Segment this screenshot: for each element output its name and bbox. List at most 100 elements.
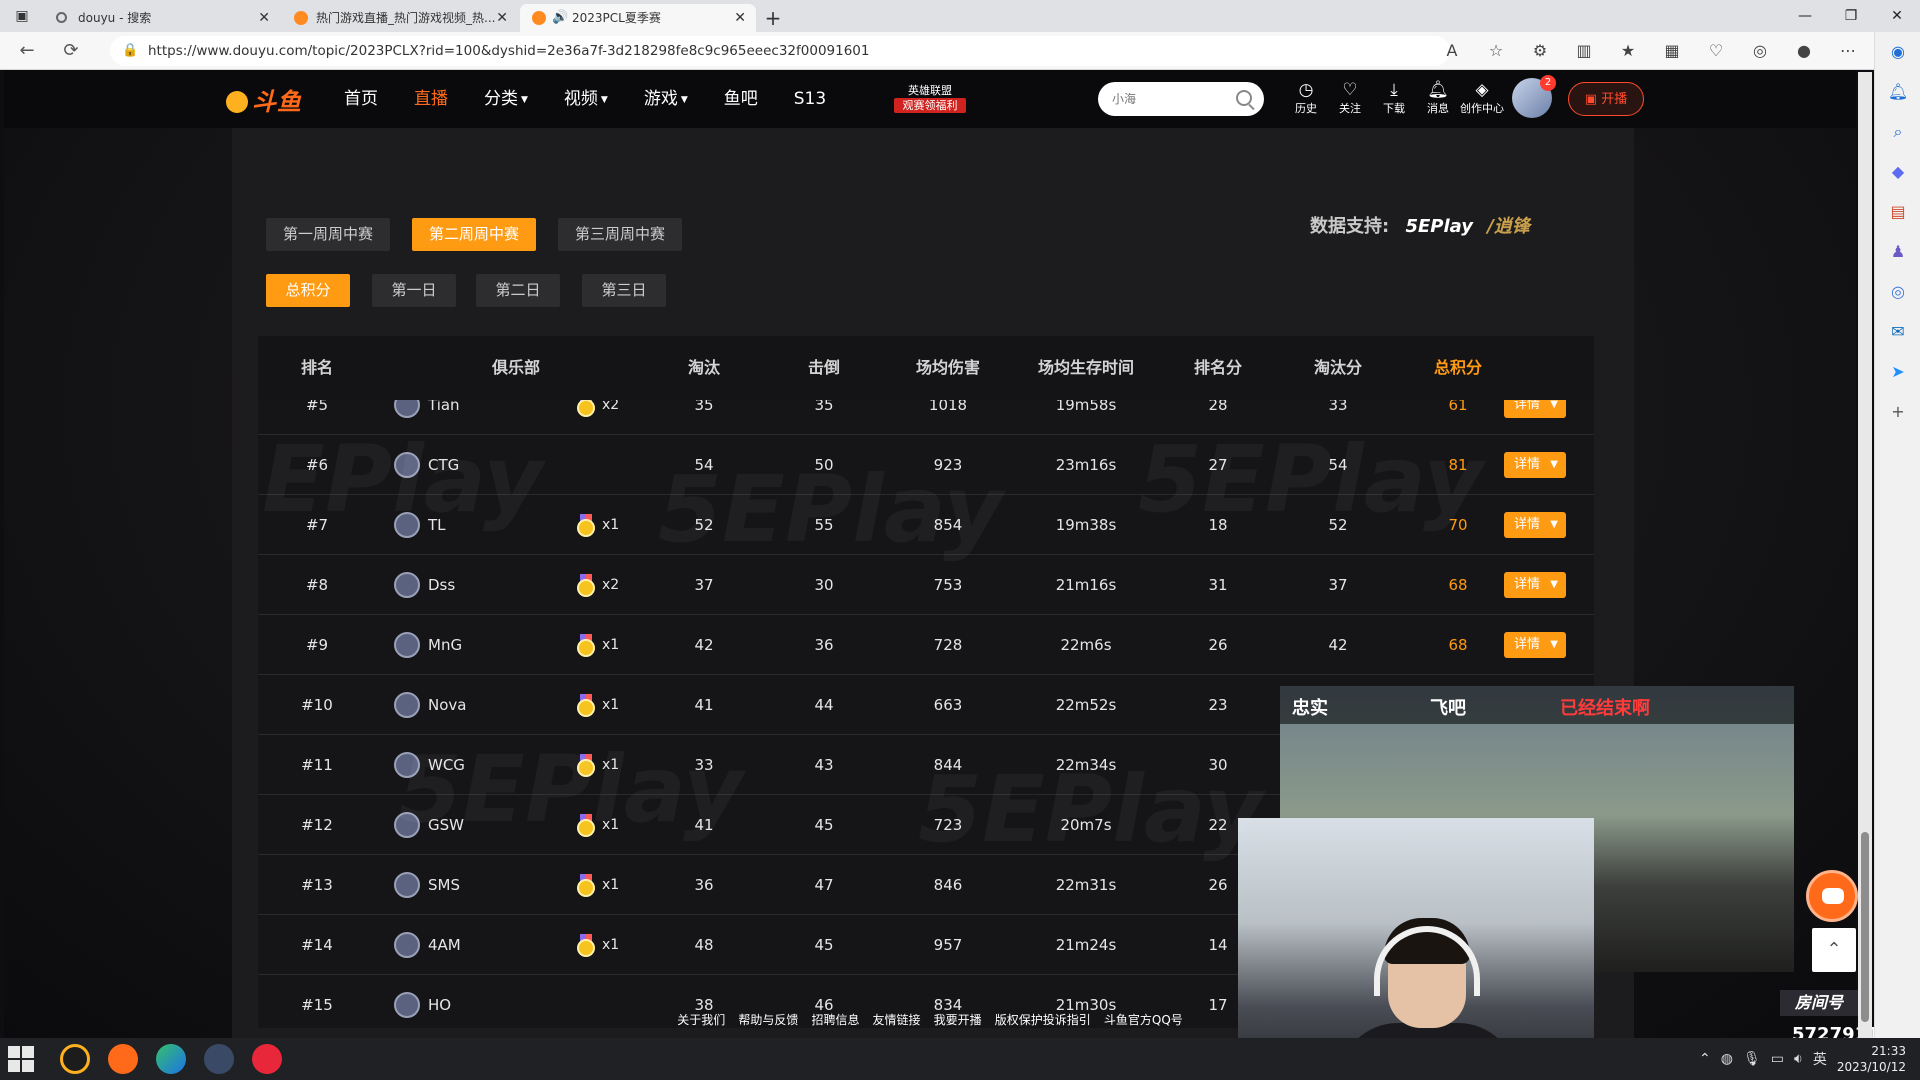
chat-bubble-icon[interactable] bbox=[1806, 870, 1858, 922]
tray-app-icon[interactable]: ◍ bbox=[1721, 1051, 1733, 1067]
day-tab-total[interactable]: 总积分 bbox=[266, 274, 350, 307]
browser-essentials-icon[interactable]: ♡ bbox=[1694, 36, 1738, 66]
day-tab-2[interactable]: 第二日 bbox=[476, 274, 560, 307]
medal-icon bbox=[577, 634, 595, 657]
sidebar-search-icon[interactable]: ⌕ bbox=[1875, 112, 1920, 152]
app-g-icon[interactable] bbox=[60, 1044, 90, 1074]
add-sidebar-app-icon[interactable]: + bbox=[1875, 392, 1920, 432]
nav-item-game[interactable]: 游戏 ▼ bbox=[644, 70, 688, 128]
profile-icon[interactable]: ● bbox=[1782, 36, 1826, 66]
message-button[interactable]: 🔔︎ 消息 bbox=[1416, 78, 1460, 116]
performance-icon[interactable]: ◎ bbox=[1738, 36, 1782, 66]
footer-link[interactable]: 我要开播 bbox=[934, 1002, 982, 1038]
douyu-app-icon[interactable] bbox=[108, 1044, 138, 1074]
match-ended-text: 已经结束啊 bbox=[1560, 698, 1650, 719]
day-tab-1[interactable]: 第一日 bbox=[372, 274, 456, 307]
netease-music-icon[interactable] bbox=[252, 1044, 282, 1074]
douyu-logo[interactable]: 斗鱼 bbox=[226, 82, 302, 117]
chevron-down-icon: ▼ bbox=[1550, 579, 1558, 590]
restore-icon[interactable]: ❐ bbox=[1828, 0, 1874, 32]
shopping-icon[interactable]: ◆ bbox=[1875, 152, 1920, 192]
detail-button[interactable]: 详情▼ bbox=[1504, 572, 1566, 598]
close-window-icon[interactable]: ✕ bbox=[1874, 0, 1920, 32]
favorite-star-icon[interactable]: ☆ bbox=[1474, 36, 1518, 66]
refresh-icon[interactable]: ⟳ bbox=[56, 36, 86, 66]
creator-icon: ◈ bbox=[1475, 80, 1489, 100]
notification-badge: 2 bbox=[1540, 75, 1556, 91]
week-tab-3[interactable]: 第三周周中赛 bbox=[558, 218, 682, 251]
speaker-icon[interactable]: 🔊 bbox=[552, 4, 568, 32]
ime-indicator[interactable]: 英 bbox=[1813, 1049, 1827, 1069]
page-scrollbar[interactable] bbox=[1858, 72, 1872, 1038]
footer-link[interactable]: 斗鱼官方QQ号 bbox=[1104, 1002, 1183, 1038]
footer-link[interactable]: 友情链接 bbox=[873, 1002, 921, 1038]
footer-link[interactable]: 招聘信息 bbox=[811, 1002, 859, 1038]
download-button[interactable]: ⤓ 下载 bbox=[1372, 78, 1416, 116]
nav-item-fishbar[interactable]: 鱼吧 bbox=[724, 70, 758, 128]
cell-kills: 48 bbox=[694, 936, 714, 954]
lol-promo-banner[interactable]: 英雄联盟 观赛领福利 bbox=[894, 84, 966, 116]
tab-actions-icon[interactable]: ▣ bbox=[0, 0, 44, 32]
day-tab-3[interactable]: 第三日 bbox=[582, 274, 666, 307]
minimize-icon[interactable]: — bbox=[1782, 0, 1828, 32]
detail-button[interactable]: 详情▼ bbox=[1504, 452, 1566, 478]
follow-button[interactable]: ♡ 关注 bbox=[1328, 78, 1372, 116]
club-logo-icon bbox=[394, 512, 420, 538]
scrollbar-thumb[interactable] bbox=[1861, 832, 1869, 1022]
outlook-icon[interactable]: ✉ bbox=[1875, 312, 1920, 352]
close-icon[interactable]: ✕ bbox=[258, 4, 270, 32]
windows-start-icon[interactable] bbox=[8, 1046, 34, 1072]
browser-tab-3[interactable]: 🔊 2023PCL夏季赛 ✕ bbox=[520, 4, 756, 32]
close-icon[interactable]: ✕ bbox=[496, 4, 508, 32]
browser-tab-2[interactable]: 热门游戏直播_热门游戏视频_热... ✕ bbox=[282, 4, 518, 32]
avatar[interactable]: 2 bbox=[1512, 75, 1556, 118]
more-menu-icon[interactable]: ⋯ bbox=[1826, 36, 1870, 66]
read-aloud-icon[interactable]: A bbox=[1430, 36, 1474, 66]
volume-icon[interactable]: 🔉︎ bbox=[1794, 1051, 1803, 1067]
new-tab-button[interactable]: + bbox=[758, 4, 788, 32]
edge-browser-icon[interactable] bbox=[156, 1044, 186, 1074]
games-icon[interactable]: ♟ bbox=[1875, 232, 1920, 272]
tray-expand-icon[interactable]: ⌃ bbox=[1699, 1051, 1711, 1067]
nav-item-home[interactable]: 首页 bbox=[344, 70, 378, 128]
detail-button[interactable]: 详情▼ bbox=[1504, 512, 1566, 538]
back-icon[interactable]: ← bbox=[12, 36, 42, 66]
nav-item-video[interactable]: 视频 ▼ bbox=[564, 70, 608, 128]
edge-sidebar: ◉ 🔔︎ ⌕ ◆ ▤ ♟ ◎ ✉ ➤ + bbox=[1874, 32, 1920, 1038]
url-field[interactable]: 🔒 https://www.douyu.com/topic/2023PCLX?r… bbox=[110, 36, 1450, 66]
microphone-icon[interactable]: 🎙︎ bbox=[1743, 1051, 1761, 1067]
back-to-top-button[interactable]: ⌃ bbox=[1812, 928, 1856, 972]
history-button[interactable]: ◷ 历史 bbox=[1284, 78, 1328, 116]
network-icon[interactable]: ▭ bbox=[1771, 1051, 1784, 1067]
club-logo-icon bbox=[394, 452, 420, 478]
steam-icon[interactable] bbox=[204, 1044, 234, 1074]
split-screen-icon[interactable]: ▥ bbox=[1562, 36, 1606, 66]
notification-icon[interactable]: 🔔︎ bbox=[1875, 72, 1920, 112]
search-input[interactable] bbox=[1112, 82, 1232, 116]
footer-link[interactable]: 帮助与反馈 bbox=[738, 1002, 798, 1038]
nav-item-category[interactable]: 分类 ▼ bbox=[484, 70, 528, 128]
browser-tab-1[interactable]: douyu - 搜索 ✕ bbox=[44, 4, 280, 32]
nav-item-live[interactable]: 直播 bbox=[414, 70, 448, 128]
week-tab-2[interactable]: 第二周周中赛 bbox=[412, 218, 536, 251]
footer-link[interactable]: 版权保护投诉指引 bbox=[995, 1002, 1091, 1038]
chevron-down-icon: ▼ bbox=[1550, 639, 1558, 650]
extensions-icon[interactable]: ⚙ bbox=[1518, 36, 1562, 66]
microsoft365-icon[interactable]: ◎ bbox=[1875, 272, 1920, 312]
clock[interactable]: 21:33 2023/10/12 bbox=[1837, 1043, 1906, 1075]
favorites-icon[interactable]: ★ bbox=[1606, 36, 1650, 66]
col-kills: 淘汰 bbox=[687, 358, 720, 377]
start-live-button[interactable]: ▣ 开播 bbox=[1568, 82, 1644, 116]
close-icon[interactable]: ✕ bbox=[734, 4, 746, 32]
bing-copilot-icon[interactable]: ◉ bbox=[1875, 32, 1920, 72]
nav-item-s13[interactable]: S13 bbox=[794, 70, 826, 128]
tools-icon[interactable]: ▤ bbox=[1875, 192, 1920, 232]
collections-icon[interactable]: ▦ bbox=[1650, 36, 1694, 66]
col-damage: 场均伤害 bbox=[915, 358, 980, 377]
detail-button[interactable]: 详情▼ bbox=[1504, 632, 1566, 658]
creator-center-button[interactable]: ◈ 创作中心 bbox=[1460, 78, 1504, 116]
week-tab-1[interactable]: 第一周周中赛 bbox=[266, 218, 390, 251]
send-icon[interactable]: ➤ bbox=[1875, 352, 1920, 392]
footer-link[interactable]: 关于我们 bbox=[677, 1002, 725, 1038]
search-icon[interactable] bbox=[1236, 90, 1252, 106]
